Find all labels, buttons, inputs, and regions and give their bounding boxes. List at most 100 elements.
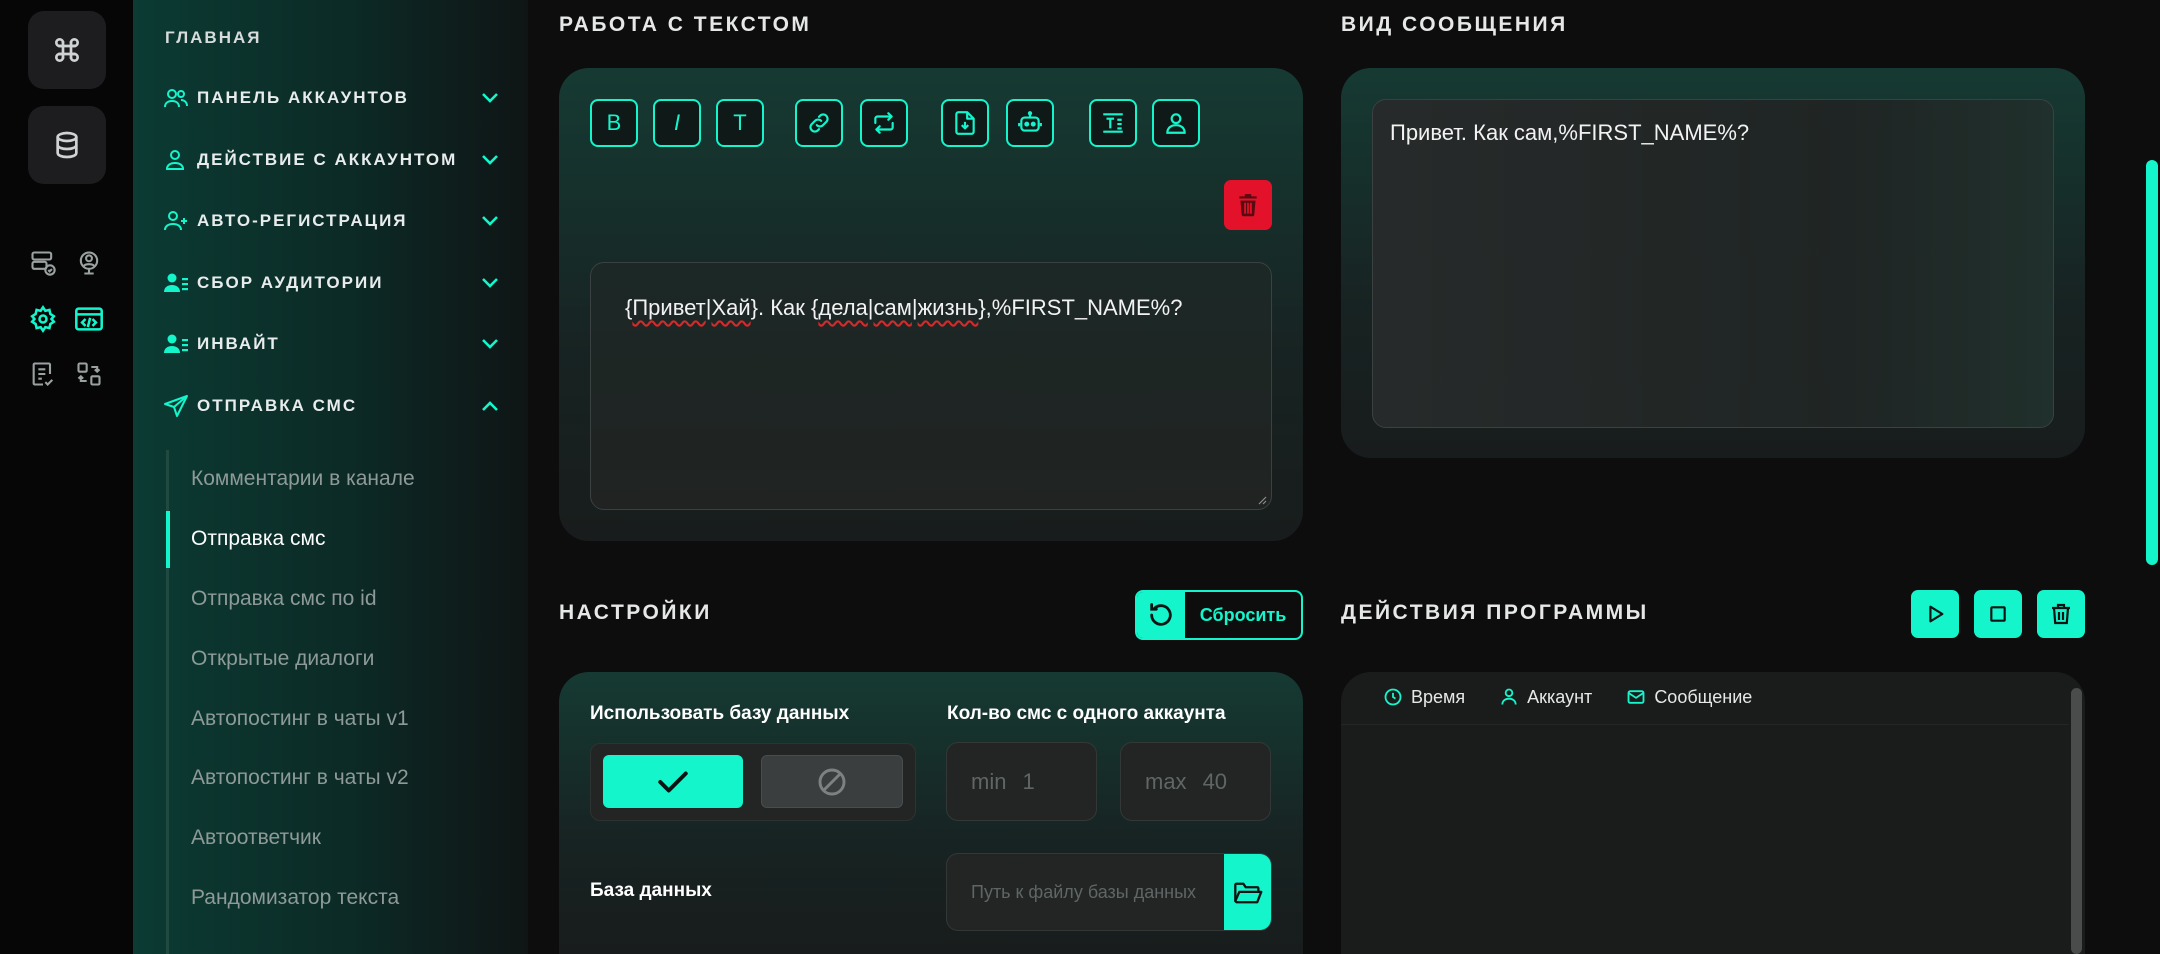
log-header: Время Аккаунт Сообщение [1341,670,2069,725]
actions-section-title: ДЕЙСТВИЯ ПРОГРАММЫ [1341,601,1649,624]
repeat-icon [874,112,894,134]
use-database-on-button[interactable] [603,755,743,808]
sidebar-subitem-text-randomizer[interactable]: Рандомизатор текста [191,886,399,910]
user-globe-icon[interactable] [72,246,106,280]
chevron-down-icon [479,149,501,171]
italic-button[interactable]: I [653,99,701,147]
sidebar-item-sms-sending[interactable]: ОТПРАВКА СМС [163,391,501,421]
sidebar-item-label: ПАНЕЛЬ АККАУНТОВ [197,88,409,107]
database-path-input[interactable]: Путь к файлу базы данных [946,853,1272,931]
sidebar-item-label: ДЕЙСТВИЕ С АККАУНТОМ [197,150,458,169]
folder-open-icon[interactable] [1224,854,1271,930]
link-icon [809,113,829,133]
sidebar-item-auto-registration[interactable]: АВТО-РЕГИСТРАЦИЯ [163,206,501,236]
user-icon [1166,113,1186,134]
clear-text-button[interactable] [1224,180,1272,230]
log-scrollbar[interactable] [2071,688,2082,954]
send-icon [163,393,191,419]
report-icon[interactable] [26,357,60,391]
preview-section-title: ВИД СООБЩЕНИЯ [1341,13,1568,36]
sidebar-subitem-autoposting-v2[interactable]: Автопостинг в чаты v2 [191,766,409,790]
text-icon: T [733,110,747,135]
chevron-down-icon [479,272,501,294]
resize-handle-icon[interactable] [1257,495,1267,505]
log-column-account: Аккаунт [1499,687,1592,708]
sidebar-subitem-sms-by-id[interactable]: Отправка смс по id [191,587,377,611]
template-text: {Привет|Хай}. Как {дела|сам|жизнь},%FIRS… [625,295,1183,320]
reset-icon [1137,592,1185,638]
text-section-title: РАБОТА С ТЕКСТОМ [559,13,812,36]
log-column-message: Сообщение [1626,687,1752,708]
database-path-placeholder: Путь к файлу базы данных [971,882,1197,902]
bold-icon: B [606,110,622,135]
chevron-down-icon [479,333,501,355]
use-database-label: Использовать базу данных [590,703,850,724]
stop-button[interactable] [1974,590,2022,638]
text-block-icon [1103,113,1123,133]
sidebar-subitem-open-dialogs[interactable]: Открытые диалоги [191,647,374,671]
max-label: max [1145,768,1187,794]
sidebar-home-label[interactable]: ГЛАВНАЯ [165,28,261,48]
trash-icon [1239,194,1257,217]
users-icon [163,85,191,111]
user-icon [163,147,191,173]
ban-icon [818,768,846,795]
robot-icon [1018,111,1042,132]
link-button[interactable] [795,99,843,147]
sms-count-label: Кол-во смс с одного аккаунта [947,703,1226,724]
repeat-button[interactable] [860,99,908,147]
page-scrollbar-thumb[interactable] [2146,160,2158,565]
mail-icon [1627,690,1645,704]
log-column-time: Время [1383,687,1465,708]
bold-button[interactable]: B [590,99,638,147]
clear-log-button[interactable] [2037,590,2085,638]
user-list-icon [163,331,191,357]
gear-icon[interactable] [26,302,60,336]
check-icon [658,771,688,792]
sidebar-subitem-autoposting-v1[interactable]: Автопостинг в чаты v1 [191,707,409,731]
sidebar-subitem-channel-comments[interactable]: Комментарии в канале [191,467,415,491]
database-icon[interactable] [28,106,106,184]
use-database-toggle [590,743,916,821]
reset-label: Сбросить [1199,604,1287,625]
command-icon[interactable] [28,11,106,89]
database-label: База данных [590,880,712,901]
text-button[interactable]: T [716,99,764,147]
sidebar-item-label: ОТПРАВКА СМС [197,396,358,415]
robot-button[interactable] [1006,99,1054,147]
min-count-input[interactable]: min 1 [946,742,1097,821]
sidebar-item-account-action[interactable]: ДЕЙСТВИЕ С АККАУНТОМ [163,145,501,175]
reset-button[interactable]: Сбросить [1135,590,1303,640]
start-button[interactable] [1911,590,1959,638]
message-template-textarea[interactable]: {Привет|Хай}. Как {дела|сам|жизнь},%FIRS… [590,262,1272,510]
file-download-button[interactable] [941,99,989,147]
file-download-icon [955,111,975,135]
sidebar-item-invite[interactable]: ИНВАЙТ [163,329,501,359]
max-count-input[interactable]: max 40 [1120,742,1271,821]
max-value: 40 [1202,768,1228,794]
min-value: 1 [1022,768,1035,794]
chevron-down-icon [479,87,501,109]
sidebar-item-label: ИНВАЙТ [197,334,280,353]
message-preview: Привет. Как сам,%FIRST_NAME%? [1372,99,2054,428]
sidebar-subitem-autoresponder[interactable]: Автоответчик [191,826,321,850]
text-block-button[interactable] [1089,99,1137,147]
convert-icon[interactable] [72,357,106,391]
sidebar-subitem-sms-sending[interactable]: Отправка смс [191,527,325,551]
icon-rail [0,0,133,954]
chevron-down-icon [479,210,501,232]
sidebar-item-audience-collection[interactable]: СБОР АУДИТОРИИ [163,268,501,298]
chevron-up-icon [479,395,501,417]
user-variable-button[interactable] [1152,99,1200,147]
min-label: min [971,768,1007,794]
play-icon [1929,605,1944,623]
user-plus-icon [163,208,191,234]
code-window-icon[interactable] [72,302,106,336]
italic-icon: I [673,110,681,135]
use-database-off-button[interactable] [761,755,903,808]
stop-icon [1990,606,2006,622]
sidebar-item-accounts-panel[interactable]: ПАНЕЛЬ АККАУНТОВ [163,83,501,113]
sidebar-item-label: СБОР АУДИТОРИИ [197,273,384,292]
server-check-icon[interactable] [26,246,60,280]
user-list-icon [163,270,191,296]
